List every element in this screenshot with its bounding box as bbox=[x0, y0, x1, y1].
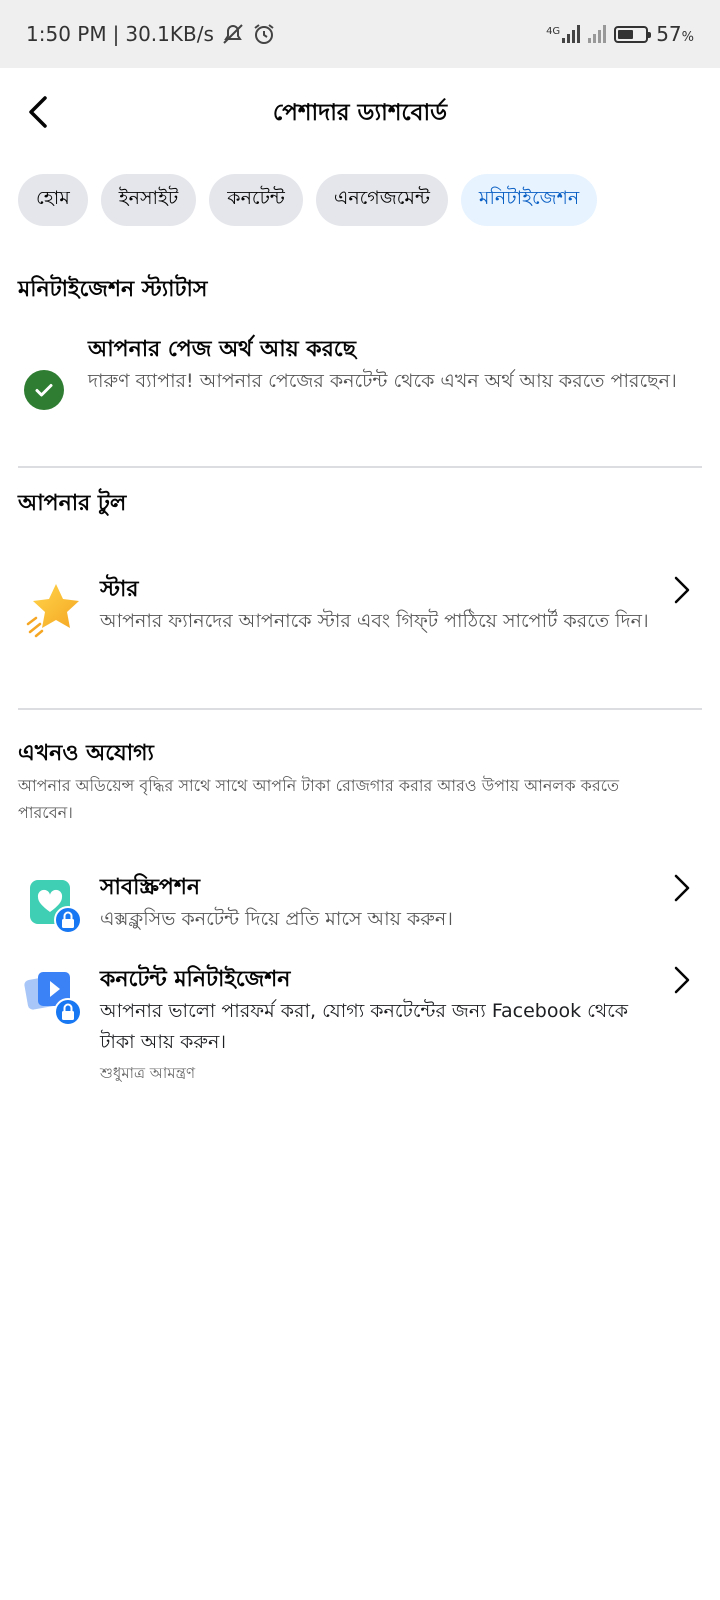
tool-title: সাবস্ক্রিপশন bbox=[100, 875, 201, 900]
status-description: দারুণ ব্যাপার! আপনার পেজের কনটেন্ট থেকে … bbox=[88, 370, 677, 392]
tab-insights[interactable]: ইনসাইট bbox=[100, 174, 197, 226]
tab-content[interactable]: কনটেন্ট bbox=[209, 174, 303, 226]
divider bbox=[18, 708, 702, 710]
back-button[interactable] bbox=[18, 90, 58, 134]
alarm-icon bbox=[254, 24, 274, 44]
tab-bar: হোম ইনসাইট কনটেন্ট এনগেজমেন্ট মনিটাইজেশন bbox=[18, 174, 598, 226]
tab-engagement[interactable]: এনগেজমেন্ট bbox=[315, 174, 448, 226]
status-time: 1:50 PM bbox=[26, 22, 107, 46]
signal-2-icon bbox=[588, 25, 607, 43]
tool-description: এক্সক্লুসিভ কনটেন্ট দিয়ে প্রতি মাসে আয়… bbox=[100, 908, 453, 930]
tool-item-subscriptions[interactable]: সাবস্ক্রিপশন এক্সক্লুসিভ কনটেন্ট দিয়ে প… bbox=[18, 872, 702, 942]
monetization-status-heading: মনিটাইজেশন স্ট্যাটাস bbox=[18, 277, 208, 302]
tool-description: আপনার ফ্যানদের আপনাকে স্টার এবং গিফ্‌ট প… bbox=[100, 610, 649, 632]
ineligible-heading: এখনও অযোগ্য bbox=[18, 741, 154, 766]
signal-icon bbox=[562, 25, 581, 43]
content-monetization-lock-icon bbox=[24, 972, 82, 1026]
tool-description: আপনার ভালো পারফর্ম করা, যোগ্য কনটেন্টের … bbox=[100, 1000, 629, 1053]
battery-percent: 57% bbox=[656, 22, 694, 46]
tool-title: স্টার bbox=[100, 577, 139, 602]
chevron-right-icon bbox=[670, 574, 694, 606]
page-title: পেশাদার ড্যাশবোর্ড bbox=[272, 99, 448, 126]
check-circle-icon bbox=[24, 370, 64, 410]
star-icon bbox=[26, 584, 79, 638]
tool-item-stars[interactable]: স্টার আপনার ফ্যানদের আপনাকে স্টার এবং গি… bbox=[18, 574, 702, 674]
your-tools-heading: আপনার টুল bbox=[18, 491, 127, 516]
divider bbox=[18, 466, 702, 468]
tool-title: কনটেন্ট মনিটাইজেশন bbox=[100, 967, 291, 992]
tab-monetization[interactable]: মনিটাইজেশন bbox=[460, 174, 598, 226]
chevron-right-icon bbox=[670, 964, 694, 996]
battery-icon bbox=[614, 25, 652, 43]
back-arrow-icon bbox=[29, 96, 47, 128]
top-bar: পেশাদার ড্যাশবোর্ড bbox=[0, 68, 720, 158]
status-bar: 1:50 PM | 30.1KB/s 4G 57% bbox=[0, 0, 720, 68]
tab-home[interactable]: হোম bbox=[18, 174, 88, 226]
network-label: 4G bbox=[546, 26, 561, 37]
subscription-lock-icon bbox=[30, 880, 82, 934]
tool-item-content-monetization[interactable]: কনটেন্ট মনিটাইজেশন আপনার ভালো পারফর্ম কর… bbox=[18, 964, 702, 1094]
status-title: আপনার পেজ অর্থ আয় করছে bbox=[88, 337, 356, 362]
invite-only-label: শুধুমাত্র আমন্ত্রণ bbox=[100, 1064, 196, 1082]
chevron-right-icon bbox=[670, 872, 694, 904]
status-speed: 30.1KB/s bbox=[125, 22, 214, 46]
ineligible-subtitle: আপনার অডিয়েন্স বৃদ্ধির সাথে সাথে আপনি ট… bbox=[18, 776, 620, 822]
mute-icon bbox=[223, 24, 243, 44]
